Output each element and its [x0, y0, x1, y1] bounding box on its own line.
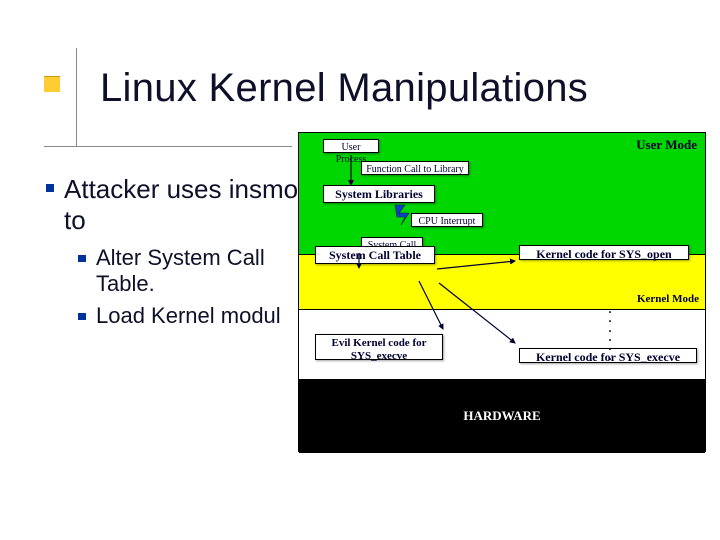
label-user-mode: User Mode	[636, 137, 697, 153]
bullet-square-icon	[46, 184, 54, 192]
zone-hardware: HARDWARE	[299, 380, 705, 453]
sub-bullet-1: Alter System Call Table.	[78, 245, 316, 297]
accent-square	[44, 76, 60, 92]
label-hardware: HARDWARE	[299, 408, 705, 424]
bullet-main-text: Attacker uses insmod to	[64, 174, 316, 235]
bullet-main: Attacker uses insmod to	[46, 174, 316, 235]
box-cpu-interrupt: CPU Interrupt	[411, 213, 483, 227]
zone-user-mode: User Mode User Process Function Call to …	[299, 133, 705, 255]
accent-line-horizontal	[44, 146, 292, 147]
architecture-diagram: User Mode User Process Function Call to …	[298, 132, 706, 452]
sub-bullet-1-text: Alter System Call Table.	[96, 245, 316, 297]
title-area: Linux Kernel Manipulations	[0, 48, 700, 138]
box-evil-kernel-execve: Evil Kernel code for SYS_execve	[315, 334, 443, 360]
sub-bullet-2: Load Kernel modul	[78, 303, 316, 329]
box-kernel-sys-open: Kernel code for SYS_open	[519, 245, 689, 260]
label-kernel-mode: Kernel Mode	[637, 293, 699, 305]
slide-title: Linux Kernel Manipulations	[100, 66, 588, 111]
bullet-square-icon	[78, 255, 86, 262]
box-user-process: User Process	[323, 139, 379, 153]
sub-bullet-2-text: Load Kernel modul	[96, 303, 281, 329]
ellipsis-dots: ······	[605, 308, 615, 364]
body-text: Attacker uses insmod to Alter System Cal…	[46, 174, 316, 335]
slide-root: Linux Kernel Manipulations Attacker uses…	[0, 0, 720, 540]
box-system-libraries: System Libraries	[323, 185, 435, 203]
box-function-call: Function Call to Library	[361, 161, 469, 175]
zone-syscall-table: System Call Table Kernel code for SYS_op…	[299, 255, 705, 310]
box-system-call-table: System Call Table	[315, 246, 435, 264]
sub-bullet-list: Alter System Call Table. Load Kernel mod…	[78, 245, 316, 329]
accent-line-vertical	[76, 48, 77, 146]
zone-kernel-code: Evil Kernel code for SYS_execve Kernel c…	[299, 310, 705, 380]
bullet-square-icon	[78, 313, 86, 320]
